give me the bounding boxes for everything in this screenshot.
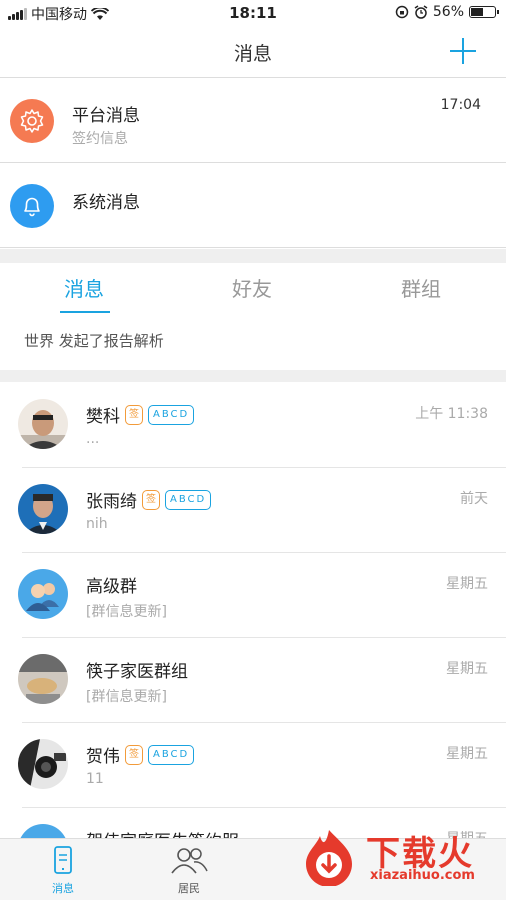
- message-preview: 11: [86, 771, 104, 787]
- notice-time: 17:04: [440, 97, 481, 113]
- group-conversation-item[interactable]: 高级群 [群信息更新] 星期五: [0, 553, 506, 638]
- conversation-name: 筷子家医群组: [86, 657, 188, 682]
- avatar: [18, 484, 68, 534]
- tabbar-residents[interactable]: 居民: [154, 845, 224, 896]
- tabbar-label: 居民: [178, 882, 200, 895]
- bell-icon: [10, 184, 54, 228]
- message-preview: ...: [86, 431, 100, 447]
- tag-badge: ABCD: [148, 744, 195, 765]
- group-name: 筷子家医群组: [86, 662, 188, 682]
- message-preview: nih: [86, 516, 108, 532]
- nav-header: 消息: [0, 26, 506, 78]
- active-tab-indicator: [60, 311, 110, 313]
- page-title: 消息: [233, 43, 272, 65]
- section-divider: [0, 370, 506, 382]
- status-bar: 中国移动 18:11 56%: [0, 0, 506, 26]
- message-time: 星期五: [446, 661, 488, 677]
- platform-message-item[interactable]: 平台消息 签约信息 17:04: [0, 79, 506, 163]
- notice-title: 平台消息: [72, 106, 140, 126]
- lock-rotation-icon: [395, 5, 409, 19]
- activity-banner[interactable]: 世界 发起了报告解析: [24, 330, 164, 351]
- signed-badge: 签: [125, 744, 143, 765]
- message-preview: [群信息更新]: [86, 604, 167, 620]
- message-time: 上午 11:38: [415, 406, 488, 422]
- conversation-name: 贺伟 签 ABCD: [86, 742, 195, 767]
- message-time: 前天: [460, 491, 488, 507]
- gear-icon: [10, 99, 54, 143]
- tab-bar: 消息 好友 群组: [0, 263, 506, 315]
- battery-icon: [469, 6, 499, 18]
- people-icon: [171, 848, 208, 874]
- section-divider: [0, 249, 506, 263]
- conversation-name: 高级群: [86, 572, 137, 597]
- conversation-name: 樊科 签 ABCD: [86, 402, 195, 427]
- conversation-name: 张雨绮 签 ABCD: [86, 487, 212, 512]
- flame-logo-icon: [306, 830, 352, 886]
- add-icon[interactable]: [450, 38, 476, 64]
- group-avatar-icon: [18, 569, 68, 619]
- battery-percent: 56%: [432, 4, 464, 20]
- signed-badge: 签: [125, 404, 143, 425]
- watermark-url: xiazaihuo.com: [370, 868, 475, 883]
- conversation-item[interactable]: 张雨绮 签 ABCD nih 前天: [0, 468, 506, 553]
- watermark-logo: 下载火 xiazaihuo.com: [300, 828, 500, 888]
- signed-badge: 签: [142, 489, 160, 510]
- notice-subtitle: 签约信息: [72, 131, 128, 147]
- tag-badge: ABCD: [148, 404, 195, 425]
- tab-groups[interactable]: 群组: [337, 273, 505, 302]
- conversation-item[interactable]: 贺伟 签 ABCD 11 星期五: [0, 723, 506, 808]
- bottom-tab-bar: 消息 居民 下载火 xiazaihuo.com: [0, 830, 506, 900]
- avatar: [18, 739, 68, 789]
- group-avatar: [18, 654, 68, 704]
- tab-messages[interactable]: 消息: [0, 273, 168, 302]
- contact-name: 张雨绮: [86, 492, 137, 512]
- message-preview: [群信息更新]: [86, 689, 167, 705]
- message-time: 星期五: [446, 576, 488, 592]
- notice-title: 系统消息: [72, 193, 140, 213]
- tag-badge: ABCD: [165, 489, 212, 510]
- conversation-item[interactable]: 樊科 签 ABCD ... 上午 11:38: [0, 383, 506, 468]
- system-message-item[interactable]: 系统消息: [0, 164, 506, 248]
- group-conversation-item[interactable]: 筷子家医群组 [群信息更新] 星期五: [0, 638, 506, 723]
- contact-name: 樊科: [86, 407, 120, 427]
- contact-name: 贺伟: [86, 747, 120, 767]
- avatar: [18, 399, 68, 449]
- message-time: 星期五: [446, 746, 488, 762]
- tab-friends[interactable]: 好友: [168, 273, 336, 302]
- phone-icon: [54, 846, 72, 874]
- group-name: 高级群: [86, 577, 137, 597]
- alarm-icon: [414, 5, 428, 19]
- tabbar-messages[interactable]: 消息: [28, 845, 98, 896]
- tabbar-label: 消息: [52, 882, 74, 895]
